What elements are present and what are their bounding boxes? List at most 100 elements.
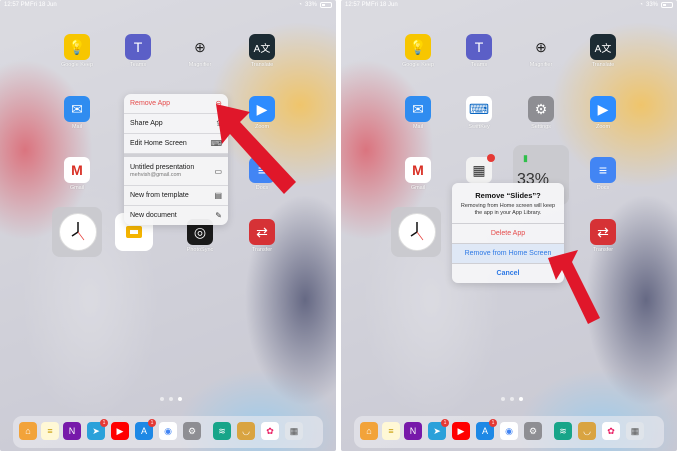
battery-icon	[320, 2, 332, 8]
app-google-keep[interactable]: 💡 Google Keep	[393, 34, 443, 68]
status-right: ◔ 33%	[639, 2, 673, 8]
status-bar: 12:57 PM Fri 18 Jun ◔ 33%	[4, 2, 332, 12]
page-dot-active	[519, 397, 523, 401]
app-calculator[interactable]: ▦	[454, 154, 504, 183]
status-time: 12:57 PM	[345, 2, 371, 8]
battery-percent: 33%	[645, 2, 658, 8]
app-label: SwiftKey	[468, 124, 490, 130]
home-app-icon[interactable]: ⌂	[360, 422, 378, 440]
appstore-badge: 1	[148, 419, 156, 427]
app-gmail[interactable]: M Gmail	[52, 157, 102, 191]
status-right: ◔ 33%	[298, 2, 332, 8]
presentation-title: Untitled presentation	[130, 164, 195, 171]
app-zoom[interactable]: ▶ Zoom	[578, 96, 628, 130]
settings-icon[interactable]: ⚙	[183, 422, 201, 440]
delete-app-button[interactable]: Delete App	[452, 223, 564, 243]
app-mail[interactable]: ✉ Mail	[393, 96, 443, 130]
transfer-icon: ⇄	[249, 219, 275, 245]
app-swiftkey[interactable]: ⌨ SwiftKey	[454, 96, 504, 130]
new-document-item[interactable]: New document ✎	[124, 206, 228, 225]
app-teams[interactable]: T Teams	[113, 34, 163, 68]
app-label: Translate	[250, 62, 274, 68]
chrome-icon[interactable]: ◉	[159, 422, 177, 440]
app-translate[interactable]: A文 Translate	[578, 34, 628, 68]
menu-label: Edit Home Screen	[130, 140, 187, 147]
app-gmail[interactable]: M Gmail	[393, 157, 443, 191]
status-time: 12:57 PM	[4, 2, 30, 8]
gmail-icon: M	[64, 157, 90, 183]
gmail-icon: M	[405, 157, 431, 183]
telegram-icon[interactable]: ➤ 1	[87, 419, 108, 440]
amazon-icon[interactable]: ◡	[578, 422, 596, 440]
notes-icon[interactable]: ≡	[382, 422, 400, 440]
dock: ⌂ ≡ N ➤ 1 ▶ A1 ◉ ⚙ ≋ ◡ ✿ ▦	[354, 416, 664, 448]
page-dot	[160, 397, 164, 401]
photos-icon[interactable]: ✿	[261, 422, 279, 440]
status-bar: 12:57 PM Fri 18 Jun ◔ 33%	[345, 2, 673, 12]
wifi-app-icon[interactable]: ≋	[554, 422, 572, 440]
app-docs[interactable]: ≡ Docs	[578, 157, 628, 191]
app-label: Zoom	[595, 124, 611, 130]
app-label: Teams	[470, 62, 488, 68]
red-arrow-icon	[548, 250, 600, 324]
app-mail[interactable]: ✉ Mail	[52, 96, 102, 130]
onenote-icon[interactable]: N	[63, 422, 81, 440]
google-keep-icon: 💡	[64, 34, 90, 60]
app-store-icon[interactable]: A1	[135, 419, 156, 440]
app-label: Teams	[129, 62, 147, 68]
dock: ⌂ ≡ N ➤ 1 ▶ A1 ◉ ⚙ ≋ ◡ ✿ ▦	[13, 416, 323, 448]
recent-presentation-text: Untitled presentation mehvish@gmail.com	[130, 164, 194, 178]
battery-widget-icon: ▮	[523, 153, 528, 163]
clock-widget[interactable]	[52, 207, 102, 257]
app-label: Gmail	[410, 185, 426, 191]
app-translate[interactable]: A文 Translate	[237, 34, 287, 68]
app-settings[interactable]: ⚙ Settings	[516, 96, 566, 130]
app-google-keep[interactable]: 💡 Google Keep	[52, 34, 102, 68]
settings-icon: ⚙	[528, 96, 554, 122]
youtube-icon[interactable]: ▶	[111, 422, 129, 440]
google-keep-icon: 💡	[405, 34, 431, 60]
clock-face-icon	[398, 213, 436, 251]
app-library-icon[interactable]: ▦	[285, 422, 303, 440]
app-magnifier[interactable]: ⊕ Magnifier	[175, 34, 225, 69]
app-label: Settings	[531, 124, 551, 130]
app-teams[interactable]: T Teams	[454, 34, 504, 68]
app-transfer[interactable]: ⇄ Transfer	[237, 219, 287, 253]
status-date: Fri 18 Jun	[30, 2, 57, 8]
app-label: Google Keep	[401, 62, 435, 68]
calculator-icon: ▦	[466, 154, 495, 183]
page-dot	[510, 397, 514, 401]
page-indicator	[501, 397, 523, 401]
settings-icon[interactable]: ⚙	[524, 422, 542, 440]
left-panel: 12:57 PM Fri 18 Jun ◔ 33% 💡 Google Keep …	[0, 0, 336, 451]
photos-icon[interactable]: ✿	[602, 422, 620, 440]
youtube-icon[interactable]: ▶	[452, 422, 470, 440]
amazon-icon[interactable]: ◡	[237, 422, 255, 440]
menu-label: New document	[130, 212, 177, 219]
app-label: Mail	[71, 124, 83, 130]
menu-label: New from template	[130, 192, 189, 199]
notes-icon[interactable]: ≡	[41, 422, 59, 440]
home-app-icon[interactable]: ⌂	[19, 422, 37, 440]
app-magnifier[interactable]: ⊕ Magnifier	[516, 34, 566, 69]
transfer-icon: ⇄	[590, 219, 616, 245]
safari-icon[interactable]: ◉	[500, 422, 518, 440]
app-store-icon[interactable]: A1	[476, 419, 497, 440]
app-label: Magnifier	[529, 62, 553, 68]
magnifier-icon: ⊕	[535, 38, 547, 55]
page-dot-active	[178, 397, 182, 401]
wifi-app-icon[interactable]: ≋	[213, 422, 231, 440]
app-label: Magnifier	[188, 62, 212, 68]
telegram-icon[interactable]: ➤ 1	[428, 419, 449, 440]
app-label: Gmail	[69, 185, 85, 191]
dialog-title: Remove “Slides”?	[475, 191, 541, 200]
status-date: Fri 18 Jun	[371, 2, 398, 8]
mail-icon: ✉	[64, 96, 90, 122]
page-indicator	[160, 397, 182, 401]
onenote-icon[interactable]: N	[404, 422, 422, 440]
dialog-message: Removing from Home screen will keep the …	[460, 203, 556, 217]
clock-widget[interactable]	[391, 207, 441, 257]
slides-icon	[126, 226, 142, 238]
app-library-icon[interactable]: ▦	[626, 422, 644, 440]
clock-face-icon	[59, 213, 97, 251]
